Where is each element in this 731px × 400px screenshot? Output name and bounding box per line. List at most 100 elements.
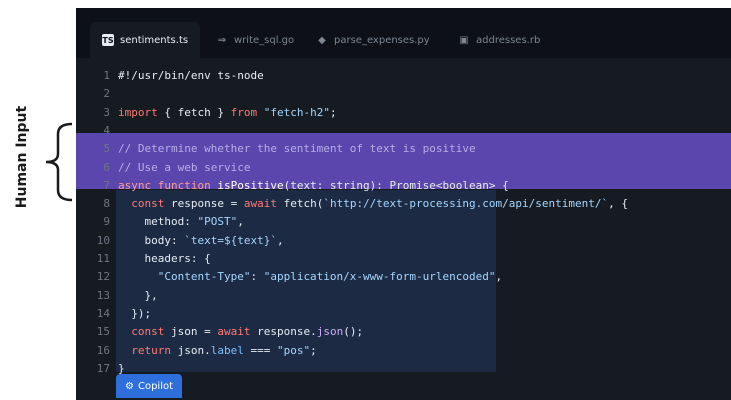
copilot-label: Copilot	[137, 380, 174, 392]
line-number: 3	[103, 105, 110, 119]
brace-icon	[45, 122, 73, 202]
code-line: 11 headers: {	[76, 250, 731, 268]
go-icon: ⇒	[217, 34, 227, 46]
line-number: 12	[96, 270, 110, 284]
line-source: // Determine whether the sentiment of te…	[118, 140, 476, 158]
code-token: "POST"	[197, 215, 238, 229]
code-line: 5 // Determine whether the sentiment of t…	[76, 140, 731, 158]
code-token: }	[118, 361, 125, 375]
tab-label: write_sql.go	[234, 34, 295, 46]
tab-write-sql-go[interactable]: ⇒ write_sql.go	[216, 22, 294, 58]
tab-label: parse_expenses.py	[334, 34, 430, 46]
line-source: "Content-Type": "application/x-www-form-…	[118, 268, 502, 286]
code-token: await	[243, 197, 277, 211]
code-token: label	[210, 343, 244, 357]
code-token: async function	[118, 178, 218, 192]
line-number: 2	[103, 87, 110, 101]
code-token: import	[118, 105, 158, 119]
code-token: json.	[170, 343, 211, 357]
code-token: await	[217, 325, 251, 339]
tab-bar: TS sentiments.ts ⇒ write_sql.go ◆ parse_…	[76, 8, 731, 58]
line-source: });	[118, 305, 151, 323]
code-token: "Content-Type"	[118, 270, 251, 284]
code-token: json	[316, 325, 344, 339]
code-token: headers: {	[118, 252, 211, 265]
ruby-icon: ▣	[459, 34, 469, 46]
line-source: import { fetch } from "fetch-h2";	[118, 104, 337, 122]
code-area[interactable]: 1 #!/usr/bin/env ts-node 2 3 import { fetch …	[76, 58, 731, 400]
code-token: ,	[495, 270, 503, 284]
tab-label: sentiments.ts	[120, 34, 189, 46]
line-source: async function isPositive(text: string):…	[118, 177, 509, 195]
code-token: ===	[243, 343, 277, 357]
code-token: response.	[250, 325, 317, 339]
code-token: const	[118, 325, 165, 339]
code-token: ,	[237, 215, 244, 229]
code-token: :	[250, 270, 264, 284]
tab-parse-expenses-py[interactable]: ◆ parse_expenses.py	[316, 22, 430, 58]
code-token: `text=${text}`	[184, 233, 277, 247]
code-token: "pos"	[276, 343, 311, 357]
line-source: #!/usr/bin/env ts-node	[118, 67, 264, 85]
line-number: 10	[96, 233, 110, 247]
code-token: body:	[118, 233, 185, 247]
tab-sentiments-ts[interactable]: TS sentiments.ts	[90, 22, 201, 58]
code-token: ;	[329, 105, 337, 119]
human-input-annotation: Human Input	[2, 92, 42, 222]
code-line: 6 // Use a web service	[76, 159, 731, 177]
code-line: 7 async function isPositive(text: string)…	[76, 177, 731, 195]
line-source: body: `text=${text}`,	[118, 232, 283, 250]
code-editor: TS sentiments.ts ⇒ write_sql.go ◆ parse_…	[76, 8, 731, 400]
line-number: 17	[96, 361, 110, 375]
code-token: // Determine whether the sentiment of te…	[118, 142, 476, 156]
code-line: 16 return json.label === "pos";	[76, 342, 731, 360]
line-number: 5	[103, 142, 110, 156]
code-token: },	[118, 288, 158, 302]
code-token: ;	[310, 343, 317, 357]
line-source: headers: {	[118, 250, 211, 268]
tab-addresses-rb[interactable]: ▣ addresses.rb	[458, 22, 540, 58]
python-icon: ◆	[318, 34, 326, 46]
line-number: 6	[103, 160, 110, 174]
code-line: 4	[76, 122, 731, 140]
line-number: 16	[96, 343, 110, 357]
line-source: const json = await response.json();	[118, 323, 363, 341]
code-line: 9 method: "POST",	[76, 213, 731, 231]
code-token: // Use a web service	[118, 160, 251, 174]
line-number: 11	[96, 252, 110, 265]
copilot-icon: ⚙	[125, 380, 134, 392]
tab-label: addresses.rb	[476, 34, 541, 46]
code-token: return	[118, 343, 171, 357]
code-token: method:	[118, 215, 198, 229]
line-source: return json.label === "pos";	[118, 342, 317, 360]
code-line: 15 const json = await response.json();	[76, 323, 731, 341]
code-line: 1 #!/usr/bin/env ts-node	[76, 67, 731, 85]
code-line: 12 "Content-Type": "application/x-www-fo…	[76, 268, 731, 286]
line-number: 9	[103, 215, 110, 229]
copilot-button[interactable]: ⚙ Copilot	[116, 374, 183, 398]
typescript-icon: TS	[102, 34, 114, 46]
code-token: { fetch }	[157, 105, 231, 119]
code-token: "fetch-h2"	[257, 105, 330, 119]
line-number: 13	[96, 288, 110, 302]
code-line: 3 import { fetch } from "fetch-h2";	[76, 104, 731, 122]
human-input-label: Human Input	[14, 105, 30, 209]
code-token: json =	[164, 325, 218, 339]
line-number: 8	[103, 197, 110, 211]
code-token: `http://text-processing.com/api/sentimen…	[323, 197, 609, 211]
line-number: 15	[96, 325, 110, 339]
code-token: (text: string): Promise<boolean> {	[283, 178, 509, 192]
code-line: 8 const response = await fetch(`http://t…	[76, 195, 731, 213]
code-token: from	[230, 105, 258, 119]
code-token: });	[118, 306, 152, 320]
code-token: fetch(	[276, 197, 324, 211]
line-source: const response = await fetch(`http://tex…	[118, 195, 628, 213]
line-source: method: "POST",	[118, 213, 244, 231]
code-token: isPositive	[217, 178, 284, 192]
line-number: 4	[103, 123, 110, 137]
line-number: 1	[103, 69, 110, 82]
code-token: #!/usr/bin/env ts-node	[118, 69, 264, 82]
code-line: 14 });	[76, 305, 731, 323]
code-token: , {	[608, 197, 628, 211]
line-source: // Use a web service	[118, 159, 250, 177]
